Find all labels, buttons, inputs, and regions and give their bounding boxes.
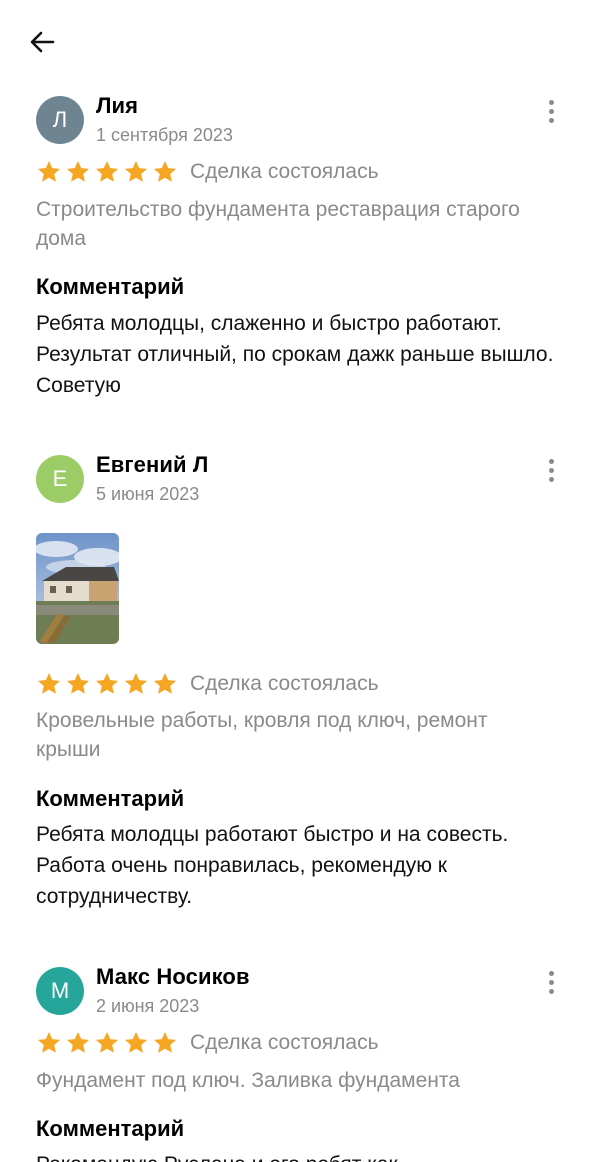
comment-text: Рекомендую Руслана и его ребят как	[36, 1149, 555, 1162]
star-icon	[95, 1031, 119, 1053]
rating-row: Сделка состоялась	[36, 669, 379, 699]
star-icon	[66, 672, 90, 694]
star-icon	[66, 1031, 90, 1053]
star-icon	[37, 1031, 61, 1053]
service-description: Строительство фундамента реставрация ста…	[36, 198, 520, 250]
comment-title: Комментарий	[36, 274, 185, 299]
reviewer-name: Лия	[96, 93, 139, 118]
star-rating	[36, 159, 178, 185]
comment-text: Ребята молодцы, слаженно и быстро работа…	[36, 312, 554, 397]
star-icon	[153, 672, 177, 694]
star-icon	[153, 160, 177, 182]
star-icon	[37, 672, 61, 694]
comment-title: Комментарий	[36, 786, 185, 811]
review-card: Е Евгений Л 5 июня 2023 Сделка состоялас…	[36, 452, 555, 925]
star-rating	[36, 671, 178, 697]
star-rating	[36, 1030, 178, 1056]
review-photo[interactable]	[36, 533, 119, 644]
deal-status: Сделка состоялась	[190, 672, 379, 695]
deal-status: Сделка состоялась	[190, 160, 379, 183]
rating-row: Сделка состоялась	[36, 1028, 379, 1058]
star-icon	[124, 160, 148, 182]
star-icon	[66, 160, 90, 182]
more-options-button[interactable]	[539, 967, 555, 997]
reviewer-name: Макс Носиков	[96, 967, 250, 989]
star-icon	[124, 1031, 148, 1053]
service-description: Фундамент под ключ. Заливка фундамента	[36, 1069, 460, 1092]
review-date: 1 сентября 2023	[96, 125, 233, 145]
review-card: М Макс Носиков 2 июня 2023 Сделка состоя…	[36, 967, 555, 1162]
comment-text: Ребята молодцы работают быстро и на сове…	[36, 823, 509, 908]
review-card: Л Лия 1 сентября 2023 Сделка состоялась …	[36, 93, 555, 406]
review-date: 2 июня 2023	[96, 996, 200, 1016]
back-button[interactable]	[26, 26, 58, 58]
review-date: 5 июня 2023	[96, 484, 200, 504]
avatar: Л	[36, 96, 84, 144]
more-options-button[interactable]	[539, 455, 563, 485]
avatar: Е	[36, 455, 84, 503]
star-icon	[124, 672, 148, 694]
deal-status: Сделка состоялась	[190, 1031, 379, 1054]
more-options-button[interactable]	[539, 96, 563, 126]
avatar: М	[36, 967, 84, 1015]
star-icon	[95, 160, 119, 182]
house-photo	[36, 533, 119, 644]
rating-row: Сделка состоялась	[36, 157, 379, 187]
star-icon	[153, 1031, 177, 1053]
comment-title: Комментарий	[36, 1116, 185, 1141]
star-icon	[37, 160, 61, 182]
arrow-left-icon	[30, 31, 55, 53]
reviewer-name: Евгений Л	[96, 452, 209, 477]
service-description: Кровельные работы, кровля под ключ, ремо…	[36, 709, 488, 761]
star-icon	[95, 672, 119, 694]
